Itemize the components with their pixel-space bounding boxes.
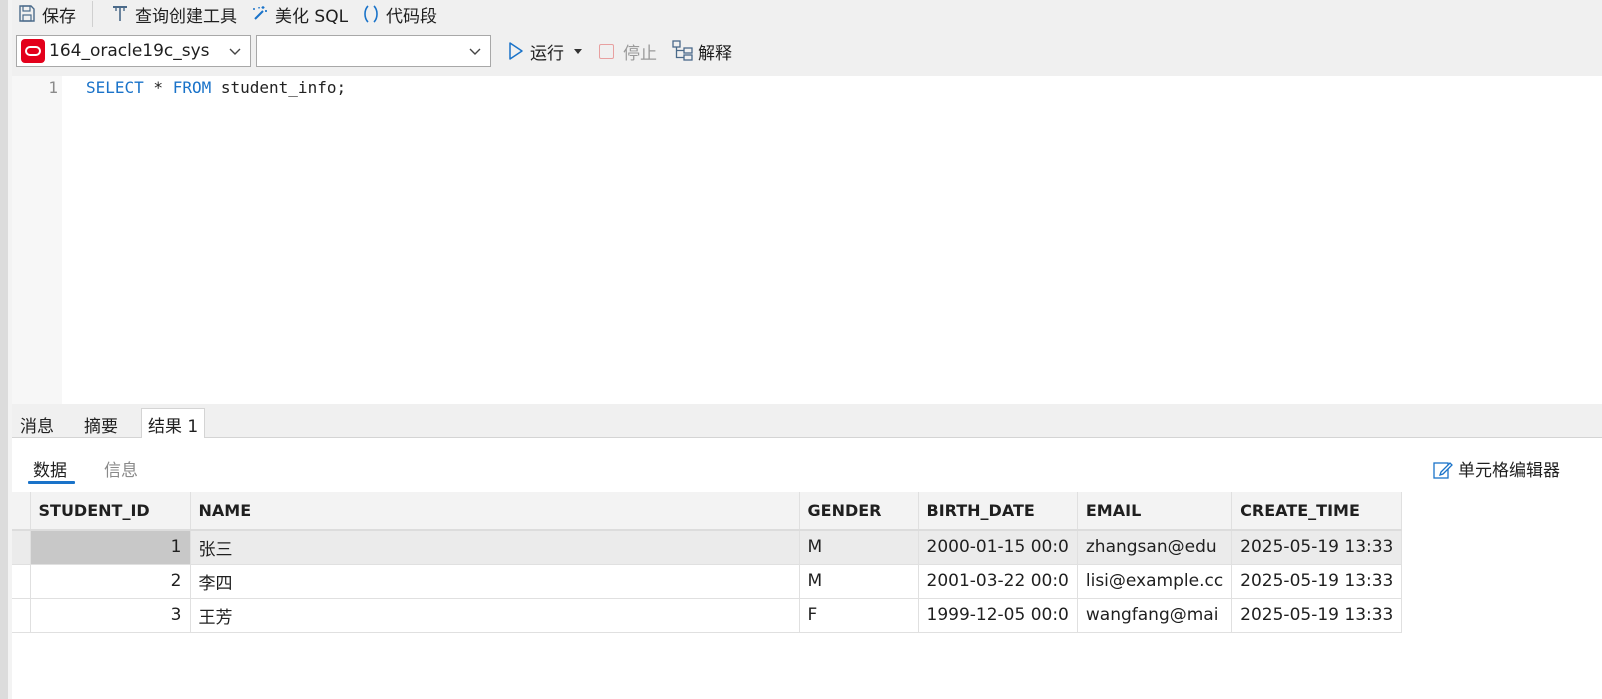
keyword-select: SELECT xyxy=(86,78,144,97)
play-icon xyxy=(504,40,526,62)
main-toolbar: 保存 查询创建工具 美化 SQL 代码段 xyxy=(12,0,1602,28)
table-cell[interactable]: 1999-12-05 00:0 xyxy=(918,598,1078,633)
code-star: * xyxy=(143,78,173,97)
tab-result-1-label: 结果 1 xyxy=(148,416,199,437)
sql-editor[interactable]: 1 SELECT * FROM student_info; xyxy=(12,76,1602,404)
code-table-name: student_info; xyxy=(211,78,347,97)
cell-editor-label: 单元格编辑器 xyxy=(1458,461,1560,481)
table-cell[interactable]: 3 xyxy=(30,598,191,633)
save-icon xyxy=(16,3,38,25)
query-builder-button[interactable]: 查询创建工具 xyxy=(103,0,243,28)
explain-label: 解释 xyxy=(698,43,732,64)
tab-messages[interactable]: 消息 xyxy=(14,410,60,438)
explain-button[interactable]: 解释 xyxy=(672,36,732,66)
connection-toolbar: 164_oracle19c_sys 运行 停止 解释 xyxy=(12,28,1602,76)
toolbar-divider xyxy=(92,1,93,27)
tab-result-1[interactable]: 结果 1 xyxy=(141,408,206,439)
beautify-sql-button[interactable]: 美化 SQL xyxy=(243,0,354,28)
table-cell[interactable]: 李四 xyxy=(190,564,800,599)
subtab-active-indicator xyxy=(28,481,75,484)
cell-editor-button[interactable]: 单元格编辑器 xyxy=(1432,456,1560,481)
beautify-sql-label: 美化 SQL xyxy=(275,6,349,27)
column-header[interactable]: CREATE_TIME xyxy=(1231,492,1403,531)
stop-label: 停止 xyxy=(623,43,657,64)
keyword-from: FROM xyxy=(172,78,212,97)
run-button[interactable]: 运行 xyxy=(504,36,582,66)
line-number: 1 xyxy=(48,78,58,97)
magic-wand-icon xyxy=(249,3,271,25)
row-selector[interactable] xyxy=(12,530,31,565)
table-cell[interactable]: 2025-05-19 13:33 xyxy=(1231,530,1403,565)
query-builder-label: 查询创建工具 xyxy=(135,6,237,27)
code-snippet-button[interactable]: 代码段 xyxy=(354,0,443,28)
edit-icon xyxy=(1432,458,1454,480)
save-label: 保存 xyxy=(42,6,76,27)
result-subtab-bar: 数据 信息 单元格编辑器 xyxy=(12,438,1602,492)
table-cell[interactable]: 2001-03-22 00:0 xyxy=(918,564,1078,599)
code-snippet-label: 代码段 xyxy=(386,6,438,27)
tab-summary[interactable]: 摘要 xyxy=(78,410,124,438)
chevron-down-icon xyxy=(468,44,482,64)
subtab-data[interactable]: 数据 xyxy=(33,456,67,481)
column-header[interactable]: BIRTH_DATE xyxy=(918,492,1078,531)
column-header[interactable]: STUDENT_ID xyxy=(30,492,191,531)
stop-button[interactable]: 停止 xyxy=(599,36,657,66)
column-header[interactable]: EMAIL xyxy=(1077,492,1233,531)
connection-select[interactable]: 164_oracle19c_sys xyxy=(16,35,251,67)
line-number-gutter: 1 xyxy=(12,76,62,404)
table-cell[interactable]: M xyxy=(799,530,919,565)
code-snippet-icon xyxy=(360,3,382,25)
table-cell[interactable]: 王芳 xyxy=(190,598,800,633)
chevron-down-icon xyxy=(228,44,242,64)
table-cell[interactable]: lisi@example.cc xyxy=(1077,564,1233,599)
stop-icon xyxy=(599,43,614,59)
window-left-edge xyxy=(0,0,8,699)
table-cell[interactable]: F xyxy=(799,598,919,633)
row-header-corner xyxy=(12,492,31,531)
table-row[interactable]: 3 王芳 F 1999-12-05 00:0 wangfang@mai 2025… xyxy=(12,598,1403,633)
table-cell[interactable]: zhangsan@edu xyxy=(1077,530,1233,565)
table-row[interactable]: 2 李四 M 2001-03-22 00:0 lisi@example.cc 2… xyxy=(12,564,1403,599)
table-cell[interactable]: 2 xyxy=(30,564,191,599)
result-grid[interactable]: STUDENT_ID NAME GENDER BIRTH_DATE EMAIL … xyxy=(12,492,1403,633)
row-selector[interactable] xyxy=(12,564,31,599)
tab-summary-label: 摘要 xyxy=(84,416,118,437)
database-select[interactable] xyxy=(256,35,491,67)
table-cell[interactable]: 1 xyxy=(30,530,191,565)
explain-icon xyxy=(672,40,694,62)
table-cell[interactable]: 2025-05-19 13:33 xyxy=(1231,564,1403,599)
result-tab-bar: 消息 摘要 结果 1 xyxy=(12,404,1602,439)
column-header[interactable]: NAME xyxy=(190,492,800,531)
table-cell[interactable]: 张三 xyxy=(190,530,800,565)
run-label: 运行 xyxy=(530,43,564,64)
tab-messages-label: 消息 xyxy=(20,416,54,437)
connection-name: 164_oracle19c_sys xyxy=(49,41,210,61)
query-builder-icon xyxy=(109,3,131,25)
save-button[interactable]: 保存 xyxy=(12,0,82,28)
oracle-icon xyxy=(21,39,45,63)
subtab-info[interactable]: 信息 xyxy=(104,456,138,481)
column-header[interactable]: GENDER xyxy=(799,492,919,531)
table-cell[interactable]: wangfang@mai xyxy=(1077,598,1233,633)
table-cell[interactable]: 2025-05-19 13:33 xyxy=(1231,598,1403,633)
row-selector[interactable] xyxy=(12,598,31,633)
table-row[interactable]: 1 张三 M 2000-01-15 00:0 zhangsan@edu 2025… xyxy=(12,530,1403,565)
code-line[interactable]: SELECT * FROM student_info; xyxy=(86,78,346,97)
grid-header-row: STUDENT_ID NAME GENDER BIRTH_DATE EMAIL … xyxy=(12,492,1403,531)
table-cell[interactable]: 2000-01-15 00:0 xyxy=(918,530,1078,565)
run-dropdown-icon[interactable] xyxy=(574,48,582,54)
table-cell[interactable]: M xyxy=(799,564,919,599)
